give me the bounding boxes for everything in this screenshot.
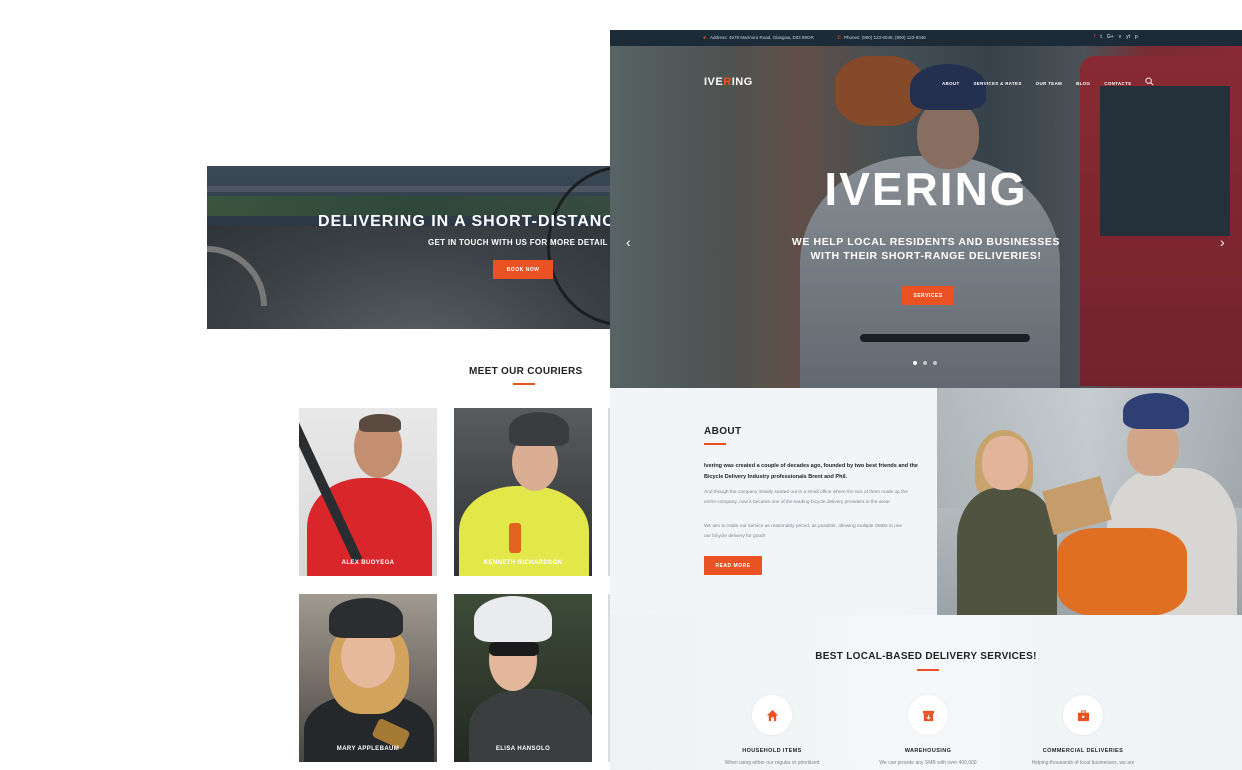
title-underline [704,443,726,445]
courier-name: KENNETH RICHARDSON [483,560,563,566]
cta-banner: DELIVERING IN A SHORT-DISTANCE GET IN TO… [207,166,627,329]
hero-subtitle-line: WITH THEIR SHORT-RANGE DELIVERIES! [810,250,1042,262]
courier-name: ALEX BUOYEGA [341,560,395,566]
vimeo-icon[interactable]: v [1119,34,1122,40]
service-icon-circle [908,695,948,735]
location-pin-icon: ● [703,35,707,41]
sunglasses [489,642,539,656]
briefcase-icon [1077,709,1089,721]
courier-hair [359,414,401,432]
about-title: ABOUT [704,426,742,437]
cta-subtitle: GET IN TOUCH WITH US FOR MORE DETAIL [428,238,608,247]
phone-icon: ✆ [837,35,842,41]
home-icon [766,709,778,721]
service-description: We can provide any SMB with over 400,000 [879,760,977,766]
slider-next-icon[interactable]: › [1220,234,1225,250]
warehouse-box-icon [922,710,934,721]
phone-info: ✆ Phones: (800) 123-0045; (800) 123-0046 [837,35,926,41]
courier-card[interactable]: ALEX BUOYEGA [299,408,437,576]
youtube-icon[interactable]: yt [1126,34,1130,40]
logo-accent-letter: R [723,76,732,88]
google-plus-icon[interactable]: G+ [1107,34,1114,40]
main-nav: ABOUT SERVICES & RATES OUR TEAM BLOG CON… [942,81,1131,86]
courier-name: MARY APPLEBAUM [336,746,400,752]
site-logo[interactable]: IVERING [704,76,753,88]
about-section: ABOUT Ivering was created a couple of de… [610,388,937,615]
helmet [474,596,552,642]
service-name: WAREHOUSING [904,748,952,754]
address-info: ● Address: 4578 Marmora Road, Glasgow, D0… [703,35,814,41]
service-item[interactable]: HOUSEHOLD ITEMS When using either our re… [692,695,852,766]
phones-text: Phones: (800) 123-0045; (800) 123-0046 [844,35,926,40]
hero-slider: IVERING ABOUT SERVICES & RATES OUR TEAM … [610,46,1242,388]
guard-rail [207,186,627,192]
courier-card[interactable]: ELISA HANSOLO [454,594,592,762]
social-links: f t G+ v yt p [1094,34,1138,40]
nav-item-about[interactable]: ABOUT [942,81,960,86]
logo-text-end: ING [731,76,753,88]
hero-subtitle: WE HELP LOCAL RESIDENTS AND BUSINESSES W… [610,235,1242,263]
about-paragraph: We aim to make our service as reasonably… [704,524,903,539]
courier-card[interactable]: KENNETH RICHARDSON [454,408,592,576]
title-underline [513,383,535,385]
slider-dot[interactable] [923,361,927,365]
address-text: Address: 4578 Marmora Road, Glasgow, D04… [710,35,814,40]
service-description: Helping thousands of local businesses, w… [1031,760,1135,766]
hero-overlay [610,46,1242,388]
title-underline [917,669,939,671]
top-info-bar: ● Address: 4578 Marmora Road, Glasgow, D0… [610,30,1242,46]
read-more-button[interactable]: READ MORE [704,556,762,575]
woman-coat [957,488,1057,615]
nav-item-contacts[interactable]: CONTACTS [1104,81,1131,86]
service-item[interactable]: WAREHOUSING We can provide any SMB with … [848,695,1008,766]
nav-item-our-team[interactable]: OUR TEAM [1036,81,1062,86]
courier-name: ELISA HANSOLO [495,746,551,752]
nav-item-services-rates[interactable]: SERVICES & RATES [974,81,1022,86]
helmet [329,598,403,638]
slider-prev-icon[interactable]: ‹ [626,234,631,250]
service-icon-circle [1063,695,1103,735]
services-button[interactable]: SERVICES [902,286,954,305]
services-section: BEST LOCAL-BASED DELIVERY SERVICES! HOUS… [610,615,1242,770]
couriers-section-title: MEET OUR COURIERS [469,366,583,377]
front-page-preview: ● Address: 4578 Marmora Road, Glasgow, D0… [610,30,1242,770]
service-name: HOUSEHOLD ITEMS [742,748,802,754]
courier-card[interactable]: MARY APPLEBAUM [299,594,437,762]
helmet [509,412,569,446]
nav-item-blog[interactable]: BLOG [1076,81,1090,86]
twitter-icon[interactable]: t [1100,34,1101,40]
facebook-icon[interactable]: f [1094,34,1095,40]
slider-dot[interactable] [913,361,917,365]
service-icon-circle [752,695,792,735]
slider-dots [913,361,937,365]
cta-title: DELIVERING IN A SHORT-DISTANCE [318,213,627,230]
pinterest-icon[interactable]: p [1135,34,1138,40]
woman-face [982,436,1028,490]
hero-title: IVERING [824,163,1028,215]
courier-bag [1057,528,1187,615]
slider-dot[interactable] [933,361,937,365]
courier-helmet [1123,393,1189,429]
services-title: BEST LOCAL-BASED DELIVERY SERVICES! [815,651,1037,662]
service-description: When using either our regular or priorit… [724,760,820,766]
logo-text-start: IVE [704,76,724,88]
radio-device [509,523,521,553]
about-lead-text: Ivering was created a couple of decades … [704,463,918,480]
search-icon[interactable] [1145,77,1154,86]
about-paragraph: And though the company initially started… [704,490,908,505]
service-item[interactable]: COMMERCIAL DELIVERIES Helping thousands … [1003,695,1163,766]
about-photo [937,388,1242,615]
service-name: COMMERCIAL DELIVERIES [1042,748,1124,754]
hero-subtitle-line: WE HELP LOCAL RESIDENTS AND BUSINESSES [791,236,1061,248]
book-now-button[interactable]: BOOK NOW [493,260,553,279]
